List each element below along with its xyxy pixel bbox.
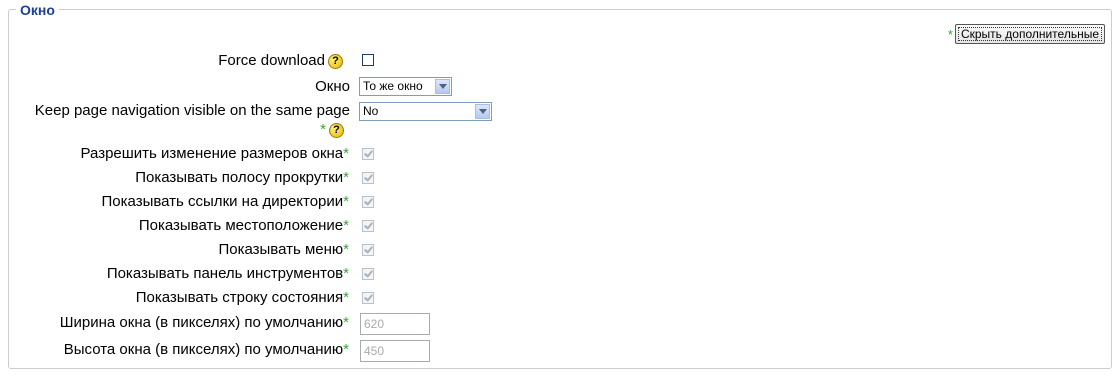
fieldset-legend: Окно <box>16 2 59 18</box>
option-checkbox-wrap <box>362 220 374 232</box>
window-select-value: То же окно <box>363 79 423 93</box>
window-settings-fieldset: Окно * Скрыть дополнительные Force downl… <box>8 2 1112 369</box>
option-checkbox-wrap <box>362 196 374 208</box>
option-checkbox-wrap <box>362 268 374 280</box>
option-checkbox-wrap <box>362 292 374 304</box>
option-checkbox[interactable] <box>362 148 374 160</box>
option-label-wrap: Показывать меню* <box>218 241 349 259</box>
required-star: * <box>343 217 349 234</box>
force-download-checkbox-wrap <box>362 54 374 66</box>
required-star: * <box>343 341 349 358</box>
height-input[interactable]: 450 <box>360 340 430 362</box>
height-input-wrap: 450 <box>360 340 430 362</box>
force-download-label-wrap: Force download? <box>218 52 343 70</box>
required-star: * <box>343 241 349 258</box>
option-label: Показывать панель инструментов <box>106 265 344 282</box>
width-label: Ширина окна (в пикселях) по умолчанию <box>59 314 344 331</box>
keep-nav-select-wrap: No <box>359 102 492 121</box>
keep-nav-marks: *? <box>320 121 344 139</box>
option-checkbox[interactable] <box>362 268 374 280</box>
force-download-label: Force download <box>218 52 325 69</box>
option-label: Показывать строку состояния <box>135 289 344 306</box>
option-label-wrap: Показывать строку состояния* <box>136 289 349 307</box>
required-star: * <box>343 314 349 331</box>
option-label-wrap: Разрешить изменение размеров окна* <box>81 145 349 163</box>
option-label-wrap: Показывать панель инструментов* <box>107 265 349 283</box>
option-checkbox[interactable] <box>362 292 374 304</box>
required-star: * <box>343 193 349 210</box>
hide-advanced-button[interactable]: Скрыть дополнительные <box>954 24 1105 44</box>
window-select[interactable]: То же окно <box>359 77 452 96</box>
width-input[interactable]: 620 <box>360 313 430 335</box>
width-input-wrap: 620 <box>360 313 430 335</box>
help-icon[interactable]: ? <box>328 53 343 69</box>
option-label: Показывать меню <box>218 241 344 258</box>
required-star: * <box>343 169 349 186</box>
advanced-star: * <box>947 26 953 42</box>
option-checkbox-wrap <box>362 244 374 256</box>
advanced-toggle-wrap: * Скрыть дополнительные <box>948 24 1105 44</box>
option-label: Разрешить изменение размеров окна <box>80 145 344 162</box>
help-icon[interactable]: ? <box>329 122 344 138</box>
window-label: Окно <box>315 78 350 95</box>
option-checkbox[interactable] <box>362 196 374 208</box>
required-star: * <box>343 265 349 282</box>
force-download-checkbox[interactable] <box>362 54 374 66</box>
required-star: * <box>320 121 326 138</box>
window-select-wrap: То же окно <box>359 77 452 96</box>
option-label: Показывать полосу прокрутки <box>135 169 344 186</box>
keep-nav-label: Keep page navigation visible on the same… <box>34 102 350 119</box>
keep-nav-select[interactable]: No <box>359 102 492 121</box>
option-label: Показывать ссылки на директории <box>101 193 344 210</box>
chevron-down-icon[interactable] <box>435 79 450 94</box>
option-checkbox[interactable] <box>362 172 374 184</box>
height-label-wrap: Высота окна (в пикселях) по умолчанию* <box>64 341 349 359</box>
option-checkbox-wrap <box>362 172 374 184</box>
height-label: Высота окна (в пикселях) по умолчанию <box>63 341 344 358</box>
required-star: * <box>343 145 349 162</box>
required-star: * <box>343 289 349 306</box>
option-label-wrap: Показывать местоположение* <box>139 217 349 235</box>
keep-nav-select-value: No <box>363 104 379 118</box>
option-label-wrap: Показывать полосу прокрутки* <box>135 169 349 187</box>
width-label-wrap: Ширина окна (в пикселях) по умолчанию* <box>60 314 349 332</box>
option-label-wrap: Показывать ссылки на директории* <box>102 193 349 211</box>
option-checkbox-wrap <box>362 148 374 160</box>
option-checkbox[interactable] <box>362 220 374 232</box>
chevron-down-icon[interactable] <box>475 104 490 119</box>
option-checkbox[interactable] <box>362 244 374 256</box>
option-label: Показывать местоположение <box>138 217 344 234</box>
